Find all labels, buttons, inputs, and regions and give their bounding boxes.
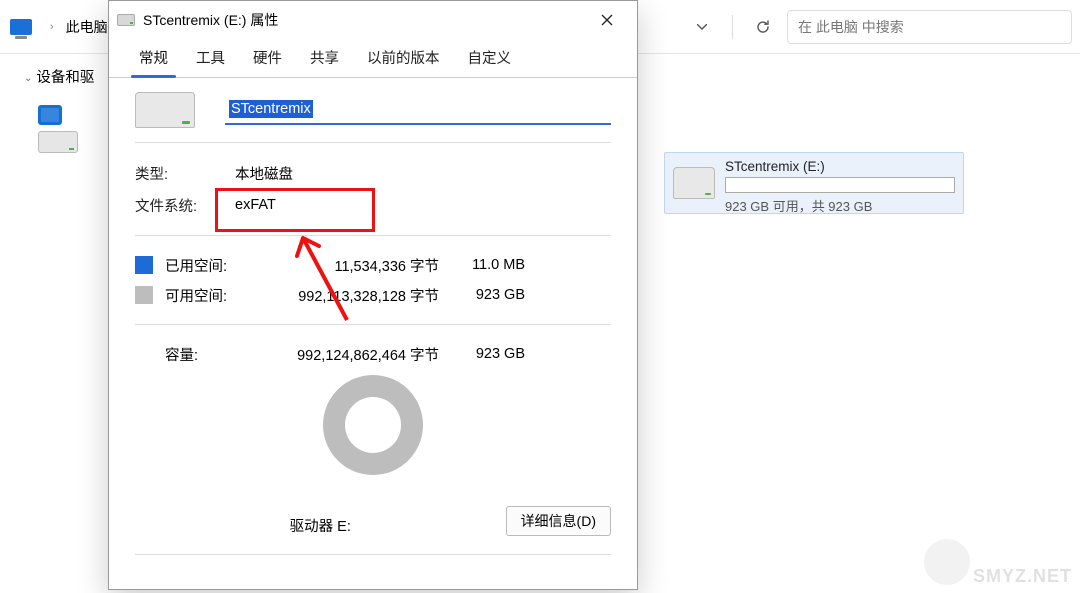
- tab-previous-versions[interactable]: 以前的版本: [353, 39, 454, 77]
- windows-drive-icon: [38, 105, 62, 125]
- drive-info: STcentremix (E:) 923 GB 可用，共 923 GB: [725, 159, 955, 215]
- this-pc-icon: [10, 19, 32, 35]
- capacity-donut-chart: [323, 375, 423, 475]
- hdd-icon: [135, 92, 195, 128]
- volume-name-value: STcentremix: [229, 100, 313, 118]
- properties-dialog: STcentremix (E:) 属性 常规 工具 硬件 共享 以前的版本 自定…: [108, 0, 638, 590]
- close-icon: [601, 14, 613, 26]
- tab-general[interactable]: 常规: [125, 39, 182, 77]
- details-button[interactable]: 详细信息(D): [506, 506, 611, 536]
- breadcrumb-root[interactable]: 此电脑: [66, 17, 108, 37]
- refresh-button[interactable]: [745, 11, 781, 43]
- watermark-text: SMYZ.NET: [973, 566, 1072, 587]
- chevron-down-icon: [697, 24, 707, 30]
- watermark-badge: [924, 539, 970, 585]
- value-used-bytes: 11,534,336 字节: [255, 255, 445, 276]
- tab-sharing[interactable]: 共享: [296, 39, 353, 77]
- tab-tools[interactable]: 工具: [182, 39, 239, 77]
- used-color-swatch: [135, 256, 153, 274]
- hdd-icon: [673, 167, 715, 199]
- dialog-body: STcentremix 类型: 本地磁盘 文件系统: exFAT 已用空间: 1…: [109, 78, 637, 589]
- divider: [135, 235, 611, 236]
- tab-customize[interactable]: 自定义: [454, 39, 526, 77]
- chevron-right-icon: ›: [42, 21, 62, 33]
- search-placeholder: 在 此电脑 中搜索: [798, 17, 904, 37]
- drive-letter-label: 驱动器 E:: [135, 515, 506, 536]
- hdd-icon: [117, 14, 135, 26]
- value-free-bytes: 992,113,328,128 字节: [255, 285, 445, 306]
- free-color-swatch: [135, 286, 153, 304]
- drive-subtext: 923 GB 可用，共 923 GB: [725, 196, 955, 215]
- capacity-bar: [725, 177, 955, 193]
- value-type: 本地磁盘: [235, 163, 293, 184]
- drive-item-e[interactable]: STcentremix (E:) 923 GB 可用，共 923 GB: [664, 152, 964, 214]
- label-capacity: 容量:: [165, 344, 225, 365]
- divider: [135, 324, 611, 325]
- dialog-tabs: 常规 工具 硬件 共享 以前的版本 自定义: [109, 39, 637, 78]
- label-type: 类型:: [135, 163, 235, 184]
- dialog-titlebar[interactable]: STcentremix (E:) 属性: [109, 1, 637, 39]
- divider: [135, 142, 611, 143]
- value-used-human: 11.0 MB: [445, 257, 525, 273]
- close-button[interactable]: [585, 5, 629, 35]
- annotation-highlight-box: [215, 188, 375, 232]
- dialog-title: STcentremix (E:) 属性: [143, 10, 278, 30]
- value-capacity-human: 923 GB: [445, 346, 525, 362]
- divider: [732, 15, 733, 39]
- label-free: 可用空间:: [165, 285, 255, 306]
- breadcrumb-dropdown[interactable]: [684, 11, 720, 43]
- value-free-human: 923 GB: [445, 287, 525, 303]
- volume-name-input[interactable]: STcentremix: [225, 95, 611, 125]
- tree-node-devices[interactable]: 设备和驱: [36, 70, 94, 86]
- tab-hardware[interactable]: 硬件: [239, 39, 296, 77]
- refresh-icon: [755, 19, 771, 35]
- divider: [135, 554, 611, 555]
- label-used: 已用空间:: [165, 255, 255, 276]
- navigation-tree[interactable]: ⌄ 设备和驱: [0, 70, 108, 153]
- drive-title: STcentremix (E:): [725, 159, 955, 174]
- tree-collapse-icon[interactable]: ⌄: [24, 73, 32, 85]
- search-input[interactable]: 在 此电脑 中搜索: [787, 10, 1072, 44]
- hdd-icon: [38, 131, 78, 153]
- value-capacity-bytes: 992,124,862,464 字节: [225, 344, 445, 365]
